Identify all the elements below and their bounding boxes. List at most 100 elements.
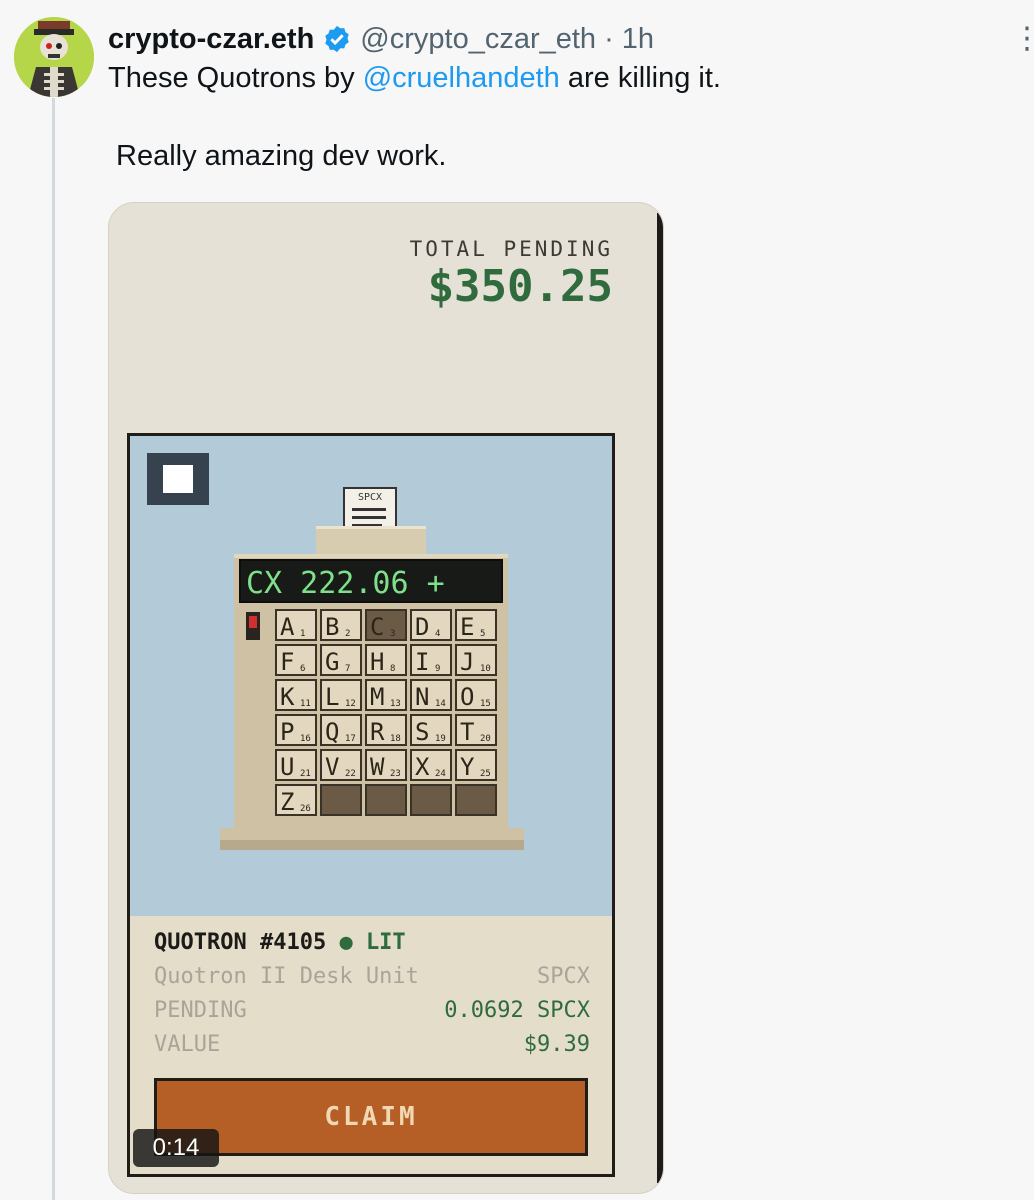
key-e[interactable]: E5 bbox=[455, 609, 497, 641]
handle[interactable]: @crypto_czar_eth bbox=[360, 23, 596, 56]
key-number: 3 bbox=[390, 629, 395, 639]
key-letter: J bbox=[460, 648, 474, 676]
value-row: VALUE $9.39 bbox=[154, 1032, 590, 1066]
key-y[interactable]: Y 25 bbox=[455, 749, 497, 781]
key-letter: K bbox=[280, 683, 295, 711]
key-number: 23 bbox=[390, 769, 401, 779]
key-letter: Q bbox=[325, 718, 339, 746]
key-number: 19 bbox=[435, 734, 446, 744]
key-blank[interactable] bbox=[320, 784, 362, 816]
key-n[interactable]: N 14 bbox=[410, 679, 452, 711]
key-letter: U bbox=[280, 753, 294, 781]
card-title-row: QUOTRON #4105 ● LIT bbox=[154, 930, 590, 964]
card-title: QUOTRON #4105 ● LIT bbox=[154, 930, 406, 964]
key-number: 5 bbox=[480, 629, 485, 639]
key-number: 11 bbox=[300, 699, 311, 709]
tweet-text-part: These Quotrons by bbox=[108, 62, 363, 94]
key-letter: G bbox=[325, 648, 339, 676]
key-letter: Y bbox=[460, 753, 475, 781]
key-number: 6 bbox=[300, 664, 305, 674]
key-b[interactable]: B2 bbox=[320, 609, 362, 641]
key-p[interactable]: P 16 bbox=[275, 714, 317, 746]
key-number: 22 bbox=[345, 769, 356, 779]
key-number: 26 bbox=[300, 804, 311, 814]
key-x[interactable]: X 24 bbox=[410, 749, 452, 781]
card-title-text: QUOTRON #4105 bbox=[154, 930, 327, 955]
media-edge bbox=[657, 213, 663, 1183]
pending-label: PENDING bbox=[154, 998, 247, 1023]
key-u[interactable]: U 21 bbox=[275, 749, 317, 781]
key-number: 25 bbox=[480, 769, 491, 779]
key-letter: D bbox=[415, 613, 429, 641]
key-number: 1 bbox=[300, 629, 305, 639]
key-number: 2 bbox=[345, 629, 350, 639]
video-media[interactable]: TOTAL PENDING $350.25 SPCX CX 222.06 + A… bbox=[108, 202, 664, 1194]
key-number: 15 bbox=[480, 699, 491, 709]
key-h[interactable]: H8 bbox=[365, 644, 407, 676]
key-l[interactable]: L 12 bbox=[320, 679, 362, 711]
key-number: 17 bbox=[345, 734, 356, 744]
key-i[interactable]: I9 bbox=[410, 644, 452, 676]
key-letter: A bbox=[280, 613, 295, 641]
key-number: 7 bbox=[345, 664, 350, 674]
key-z[interactable]: Z 26 bbox=[275, 784, 317, 816]
key-r[interactable]: R 18 bbox=[365, 714, 407, 746]
key-number: 20 bbox=[480, 734, 491, 744]
key-letter: F bbox=[280, 648, 294, 676]
key-number: 18 bbox=[390, 734, 401, 744]
key-w[interactable]: W 23 bbox=[365, 749, 407, 781]
key-letter: T bbox=[460, 718, 474, 746]
model-row: Quotron II Desk Unit SPCX bbox=[154, 964, 590, 998]
quotron-machine-illustration: SPCX CX 222.06 + A 1 B 2 C 3 D 4 E 5F 6 G 7 bbox=[220, 487, 524, 850]
key-a[interactable]: A1 bbox=[275, 609, 317, 641]
key-letter: E bbox=[460, 613, 474, 641]
key-s[interactable]: S 19 bbox=[410, 714, 452, 746]
status-badge: LIT bbox=[365, 930, 406, 955]
value-amount: $9.39 bbox=[523, 1032, 590, 1057]
key-letter: X bbox=[415, 753, 430, 781]
ticker-label: SPCX bbox=[537, 964, 590, 989]
value-label: VALUE bbox=[154, 1032, 221, 1057]
key-letter: H bbox=[370, 648, 384, 676]
key-number: 13 bbox=[390, 699, 401, 709]
tweet-header: crypto-czar.eth @crypto_czar_eth · 1h bbox=[108, 20, 654, 58]
key-c[interactable]: C3 bbox=[365, 609, 407, 641]
total-pending-label: TOTAL PENDING bbox=[409, 237, 613, 261]
timestamp[interactable]: 1h bbox=[622, 23, 654, 56]
mention-link[interactable]: @cruelhandeth bbox=[363, 62, 560, 94]
key-v[interactable]: V 22 bbox=[320, 749, 362, 781]
ticker-display: CX 222.06 + bbox=[246, 566, 445, 601]
tweet-text-line-2: Really amazing dev work. bbox=[116, 140, 447, 172]
key-number: 12 bbox=[345, 699, 356, 709]
key-letter: P bbox=[280, 718, 294, 746]
pending-row: PENDING 0.0692 SPCX bbox=[154, 998, 590, 1032]
key-letter: B bbox=[325, 613, 339, 641]
key-letter: N bbox=[415, 683, 429, 711]
key-t[interactable]: T 20 bbox=[455, 714, 497, 746]
claim-button[interactable]: CLAIM bbox=[154, 1078, 588, 1156]
key-number: 21 bbox=[300, 769, 311, 779]
paper-label: SPCX bbox=[358, 492, 382, 503]
key-m[interactable]: M 13 bbox=[365, 679, 407, 711]
key-g[interactable]: G7 bbox=[320, 644, 362, 676]
avatar[interactable] bbox=[14, 17, 94, 97]
key-d[interactable]: D4 bbox=[410, 609, 452, 641]
more-options-icon[interactable]: ⋮ bbox=[1012, 24, 1034, 58]
key-letter: C bbox=[370, 613, 384, 641]
key-j[interactable]: J 10 bbox=[455, 644, 497, 676]
display-name[interactable]: crypto-czar.eth bbox=[108, 23, 314, 56]
key-blank[interactable] bbox=[410, 784, 452, 816]
key-o[interactable]: O 15 bbox=[455, 679, 497, 711]
key-blank[interactable] bbox=[455, 784, 497, 816]
key-q[interactable]: Q 17 bbox=[320, 714, 362, 746]
key-blank[interactable] bbox=[365, 784, 407, 816]
key-number: 9 bbox=[435, 664, 440, 674]
key-f[interactable]: F6 bbox=[275, 644, 317, 676]
key-letter: Z bbox=[280, 788, 294, 816]
tweet-text: These Quotrons by @cruelhandeth are kill… bbox=[108, 62, 721, 95]
key-letter: S bbox=[415, 718, 429, 746]
key-k[interactable]: K 11 bbox=[275, 679, 317, 711]
thread-line bbox=[52, 98, 55, 1200]
quotron-art: SPCX CX 222.06 + A1B2C3D4E5F6G7 H 8 I 9 … bbox=[130, 436, 612, 916]
key-number: 16 bbox=[300, 734, 311, 744]
